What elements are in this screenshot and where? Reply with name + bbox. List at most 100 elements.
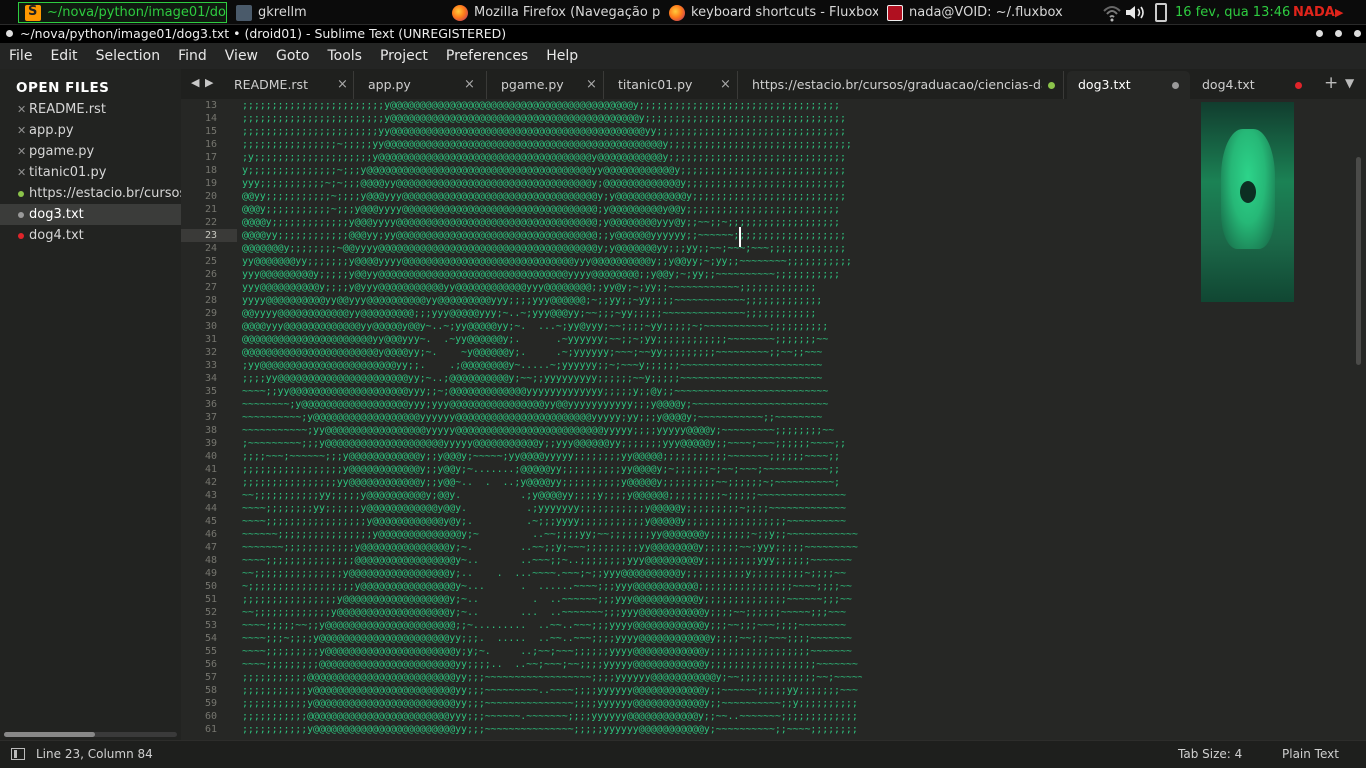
code-line[interactable]: ~~~~;;;;;;;;;;;;;;;@@@@@@@@@@@@@@@@@y~..… bbox=[242, 554, 862, 567]
cursor-position[interactable]: Line 23, Column 84 bbox=[36, 747, 153, 761]
close-icon[interactable]: ✕ bbox=[17, 99, 26, 120]
code-line[interactable]: ;;;;;;;;;;;@@@@@@@@@@@@@@@@@@@@@@@@@yy;;… bbox=[242, 671, 862, 684]
code-line[interactable]: ~~~~;;;~;;;;y@@@@@@@@@@@@@@@@@@@@@@yy;;;… bbox=[242, 632, 862, 645]
code-line[interactable]: ~~~~~~;;;;;;;;;;;;;;;;y@@@@@@@@@@@@@@y;~… bbox=[242, 528, 862, 541]
code-line[interactable]: @@@@@@@@@@@@@@@@@@@@@@@y@@@@yy;~. ~y@@@@… bbox=[242, 346, 862, 359]
clock[interactable]: 16 fev, qua 13:46 bbox=[1175, 2, 1290, 23]
tab-dog4[interactable]: dog4.txt bbox=[1191, 71, 1311, 99]
modified-dot-icon[interactable] bbox=[1048, 82, 1055, 89]
editor-area[interactable]: 13 14 15 16 17 18 19 20 21 22 23 24 25 26 27 28 29 30 31 32… bbox=[181, 99, 1366, 740]
tab-list-icon[interactable]: ▼ bbox=[1345, 76, 1354, 90]
syntax-selector[interactable]: Plain Text bbox=[1282, 747, 1339, 761]
workspace-name[interactable]: NADA bbox=[1293, 2, 1335, 23]
tab-readme[interactable]: README.rst × bbox=[220, 71, 354, 99]
code-line[interactable]: yyy@@@@@@@@@y;;;;;y@@yy@@@@@@@@@@@@@@@@@… bbox=[242, 268, 862, 281]
code-line[interactable]: ;;;;;;;;;;;;;;;;~;;;;;yy@@@@@@@@@@@@@@@@… bbox=[242, 138, 862, 151]
code-line[interactable]: @@yyyy@@@@@@@@@@@@yy@@@@@@@@@;;;yyy@@@@@… bbox=[242, 307, 862, 320]
next-workspace-icon[interactable]: ▶ bbox=[1335, 2, 1343, 23]
open-file-estacio-url[interactable]: https://estacio.br/cursos/graduacao/cien… bbox=[0, 183, 181, 204]
tab-titanic01[interactable]: titanic01.py × bbox=[604, 71, 738, 99]
menu-preferences[interactable]: Preferences bbox=[437, 43, 537, 69]
code-line[interactable]: ~~~~~~~~;y@@@@@@@@@@@@@@@@@@yyy;yyy@@@@@… bbox=[242, 398, 862, 411]
tab-pgame[interactable]: pgame.py × bbox=[487, 71, 604, 99]
tab-prev-icon[interactable]: ◀ bbox=[191, 76, 199, 89]
menu-selection[interactable]: Selection bbox=[87, 43, 170, 69]
code-line[interactable]: ~~~~;;;;;;;;;y@@@@@@@@@@@@@@@@@@@@@@y;y;… bbox=[242, 645, 862, 658]
open-file-readme[interactable]: ✕ README.rst bbox=[0, 99, 181, 120]
code-line[interactable]: yy@@@@@@@yy;;;;;;;y@@@@yyyy@@@@@@@@@@@@@… bbox=[242, 255, 862, 268]
tab-estacio-url[interactable]: https://estacio.br/cursos/graduacao/cien… bbox=[738, 71, 1064, 99]
taskbar-item-gkrellm[interactable]: gkrellm bbox=[230, 2, 440, 23]
code-line[interactable]: yyy@@@@@@@@@@y;;;;y@yyy@@@@@@@@@@@yy@@@@… bbox=[242, 281, 862, 294]
code-line[interactable]: ~~~~~~~~~~;y@@@@@@@@@@@@@@@@@@yyyyyy@@@@… bbox=[242, 411, 862, 424]
code-line[interactable]: ;;;;;;;;;;;;;;;;;y@@@@@@@@@@@@y;;y@@y;~.… bbox=[242, 463, 862, 476]
new-tab-icon[interactable]: + bbox=[1324, 73, 1338, 93]
menu-help[interactable]: Help bbox=[537, 43, 587, 69]
code-line[interactable]: ;;;;;;;;;;;y@@@@@@@@@@@@@@@@@@@@@@@@yy;;… bbox=[242, 684, 862, 697]
line-number-gutter[interactable]: 13 14 15 16 17 18 19 20 21 22 23 24 25 26 27 28 29 30 31 32… bbox=[181, 99, 237, 740]
code-line[interactable]: ~~;;;;;;;;;;;;;;;y@@@@@@@@@@@@@@@@@y;.. … bbox=[242, 567, 862, 580]
tab-close-icon[interactable]: × bbox=[337, 77, 348, 92]
code-line[interactable]: @@yy;;;;;;;;;;;~;;;;y@@@yyy@@@@@@@@@@@@@… bbox=[242, 190, 862, 203]
code-line[interactable]: ~~~~;;;;;~~;;y@@@@@@@@@@@@@@@@@@@@@@;;~.… bbox=[242, 619, 862, 632]
tab-app[interactable]: app.py × bbox=[354, 71, 487, 99]
toggle-panel-icon[interactable] bbox=[11, 748, 25, 760]
open-file-titanic01[interactable]: ✕ titanic01.py bbox=[0, 162, 181, 183]
taskbar-item-firefox-fluxbox[interactable]: keyboard shortcuts - Fluxbox: bbox=[663, 2, 878, 23]
code-line[interactable]: ~~~~~~~;;;;;;;;;;;;y@@@@@@@@@@@@@@@y;~. … bbox=[242, 541, 862, 554]
vertical-scrollbar[interactable] bbox=[1356, 157, 1361, 365]
code-line[interactable]: @@@y;;;;;;;;;;;~;;;y@@@yyyy@@@@@@@@@@@@@… bbox=[242, 203, 862, 216]
menu-tools[interactable]: Tools bbox=[318, 43, 371, 69]
menu-project[interactable]: Project bbox=[371, 43, 437, 69]
code-line[interactable]: @@@@y;;;;;;;;;;;;;y@@@yyyy@@@@@@@@@@@@@@… bbox=[242, 216, 862, 229]
code-line[interactable]: ~;;;;;;;;;;;;;;;;;;y@@@@@@@@@@@@@@@@y~..… bbox=[242, 580, 862, 593]
code-line[interactable]: ;;;;;;;;;;;@@@@@@@@@@@@@@@@@@@@@@@@yyy;;… bbox=[242, 710, 862, 723]
sidebar-scrollbar-thumb[interactable] bbox=[4, 732, 95, 737]
maximize-button[interactable] bbox=[1335, 30, 1342, 37]
menu-find[interactable]: Find bbox=[169, 43, 216, 69]
modified-dot-icon[interactable] bbox=[1172, 82, 1179, 89]
open-file-dog4[interactable]: dog4.txt bbox=[0, 225, 181, 246]
tab-close-icon[interactable]: × bbox=[720, 77, 731, 92]
code-line[interactable]: ;yy@@@@@@@@@@@@@@@@@@@@@@@yy;;. .;@@@@@@… bbox=[242, 359, 862, 372]
code-line[interactable]: ;;;;;;;;;;;y@@@@@@@@@@@@@@@@@@@@@@@@yy;;… bbox=[242, 697, 862, 710]
close-icon[interactable]: ✕ bbox=[17, 141, 26, 162]
close-button[interactable] bbox=[1354, 30, 1361, 37]
code-line[interactable]: yyy;;;;;;;;;;;~;~;;;@@@@yy@@@@@@@@@@@@@@… bbox=[242, 177, 862, 190]
code-line[interactable]: ~~~~;;yy@@@@@@@@@@@@@@@@@@@@yyy;;~;@@@@@… bbox=[242, 385, 862, 398]
code-line[interactable]: ;;;;;;;;;;;;;;;;;;;;;;;;y@@@@@@@@@@@@@@@… bbox=[242, 112, 862, 125]
code-line[interactable]: ~~;;;;;;;;;;;yy;;;;;y@@@@@@@@@@y;@@y. .;… bbox=[242, 489, 862, 502]
code-line[interactable]: yyyy@@@@@@@@@@yy@@yyy@@@@@@@@@@yy@@@@@@@… bbox=[242, 294, 862, 307]
tab-close-icon[interactable]: × bbox=[586, 77, 597, 92]
code-line[interactable]: @@@@yy;;;;;;;;;;;;@@@yy;yy@@@@@@@@@@@@@@… bbox=[242, 229, 862, 242]
window-titlebar[interactable]: ~/nova/python/image01/dog3.txt • (droid0… bbox=[0, 25, 1366, 43]
code-line[interactable]: ;y;;;;;;;;;;;;;;;;;;;;y@@@@@@@@@@@@@@@@@… bbox=[242, 151, 862, 164]
code-line[interactable]: ;;;;yy@@@@@@@@@@@@@@@@@@@@@@yy;~..;@@@@@… bbox=[242, 372, 862, 385]
menu-file[interactable]: File bbox=[0, 43, 41, 69]
battery-icon[interactable] bbox=[1155, 3, 1167, 22]
code-line[interactable]: ;;;;;;;;;;;;;;;;;;;;;;;yy@@@@@@@@@@@@@@@… bbox=[242, 125, 862, 138]
window-menu-icon[interactable] bbox=[6, 30, 13, 37]
code-line[interactable]: ~~~~;;;;;;;;;@@@@@@@@@@@@@@@@@@@@@@@yy;;… bbox=[242, 658, 862, 671]
code-line[interactable]: @@@@@@@@@@@@@@@@@@@@@@yy@@@yyy~. .~yy@@@… bbox=[242, 333, 862, 346]
volume-icon[interactable] bbox=[1124, 3, 1148, 22]
taskbar-item-sublime[interactable]: ~/nova/python/image01/dog3 bbox=[18, 2, 227, 23]
code-line[interactable]: ~~~~;;;;;;;;yy;;;;;;y@@@@@@@@@@@@y@@y. .… bbox=[242, 502, 862, 515]
tab-next-icon[interactable]: ▶ bbox=[205, 76, 213, 89]
close-icon[interactable]: ✕ bbox=[17, 162, 26, 183]
menu-edit[interactable]: Edit bbox=[41, 43, 86, 69]
code-line[interactable]: ;;;;;;;;;;;;;;;;;;;;;;;;y@@@@@@@@@@@@@@@… bbox=[242, 99, 862, 112]
open-file-dog3[interactable]: dog3.txt bbox=[0, 204, 181, 225]
open-file-pgame[interactable]: ✕ pgame.py bbox=[0, 141, 181, 162]
tab-close-icon[interactable]: × bbox=[464, 77, 475, 92]
close-icon[interactable]: ✕ bbox=[17, 120, 26, 141]
code-line[interactable]: y;;;;;;;;;;;;;;;~;;;y@@@@@@@@@@@@@@@@@@@… bbox=[242, 164, 862, 177]
code-line[interactable]: ;;;;;;;;;;;y@@@@@@@@@@@@@@@@@@@@@@@@yy;;… bbox=[242, 723, 862, 736]
modified-dot-icon[interactable] bbox=[1295, 82, 1302, 89]
code-line[interactable]: ;;;;;;;;;;;;;;;;yy@@@@@@@@@@@@y;;y@@~.. … bbox=[242, 476, 862, 489]
wifi-icon[interactable] bbox=[1102, 3, 1122, 22]
taskbar-item-terminal[interactable]: nada@VOID: ~/.fluxbox bbox=[881, 2, 1096, 23]
tab-size[interactable]: Tab Size: 4 bbox=[1178, 747, 1242, 761]
menu-goto[interactable]: Goto bbox=[267, 43, 318, 69]
tab-dog3[interactable]: dog3.txt bbox=[1067, 71, 1190, 99]
